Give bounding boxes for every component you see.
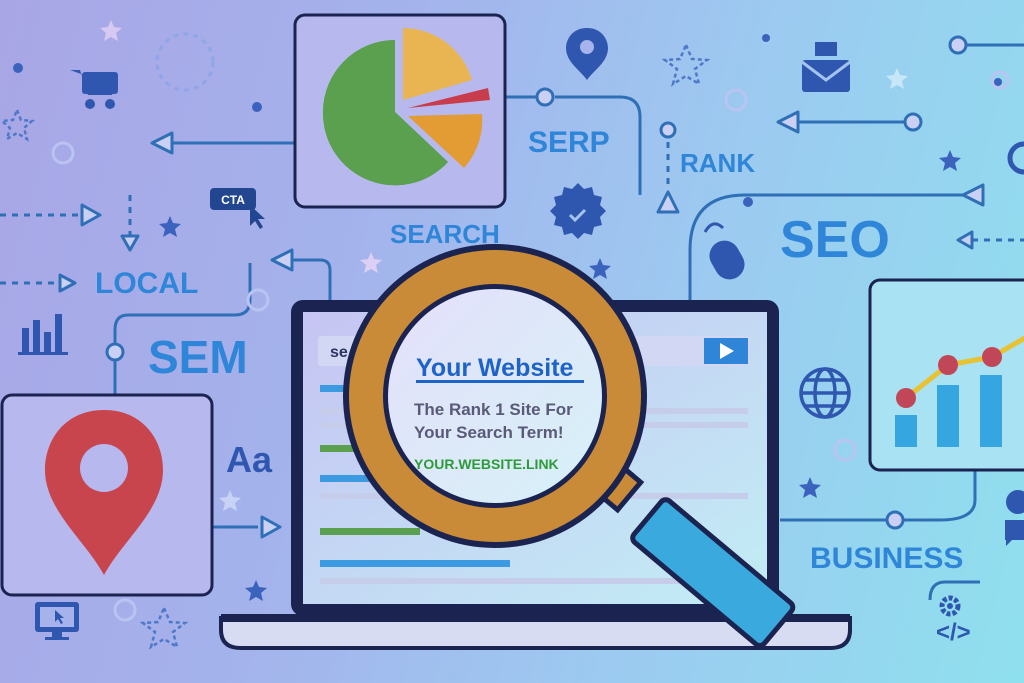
- label-aa: Aa: [226, 439, 273, 480]
- result-line-2: Your Search Term!: [414, 423, 564, 442]
- label-serp: SERP: [528, 126, 610, 159]
- mouse-icon: [703, 222, 745, 280]
- badge-seal-icon: [550, 183, 606, 239]
- code-icon: </>: [936, 619, 971, 646]
- shopping-cart-icon: [70, 70, 118, 109]
- map-card: [0, 393, 214, 597]
- cta-label: CTA: [221, 193, 245, 207]
- pie-chart-card: [293, 13, 507, 209]
- line-bar-chart-card: [868, 278, 1024, 472]
- result-link: YOUR.WEBSITE.LINK: [414, 456, 559, 472]
- label-sem: SEM: [148, 331, 248, 383]
- result-title: Your Website: [416, 354, 574, 382]
- gear-icon: [939, 595, 961, 617]
- label-seo: SEO: [780, 211, 890, 269]
- result-line-1: The Rank 1 Site For: [414, 400, 573, 419]
- envelope-icon: [801, 42, 851, 92]
- search-bar-text: se: [330, 344, 348, 361]
- seo-illustration: CTA SERP RANK SEARCH LOCAL SEM SEO BUSIN…: [0, 13, 1024, 650]
- globe-icon: [799, 367, 851, 419]
- cta-cursor-icon: CTA: [210, 188, 265, 229]
- monitor-cursor-icon: [35, 602, 79, 640]
- location-pin-small-icon: [566, 28, 608, 80]
- bar-chart-icon: [18, 314, 68, 355]
- chat-bubbles-icon: [1005, 490, 1024, 546]
- label-rank: RANK: [680, 148, 755, 178]
- right-edge-icon: [1007, 141, 1024, 175]
- label-local: LOCAL: [95, 267, 198, 300]
- label-business: BUSINESS: [810, 542, 963, 575]
